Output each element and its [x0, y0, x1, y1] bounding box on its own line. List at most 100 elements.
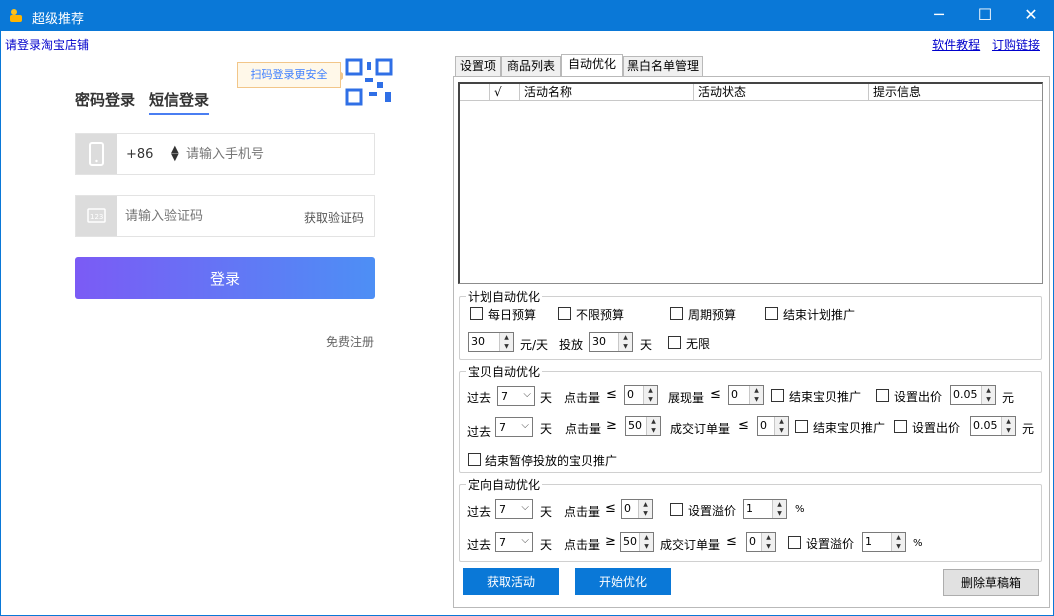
stepper-arrows-icon[interactable]: ▲ ▼ [639, 533, 653, 551]
item-impressions-stepper-1[interactable]: 0 ▲ ▼ [728, 385, 764, 405]
col-activity-status[interactable]: 活动状态 [694, 84, 869, 101]
item-clicks-value-1: 0 [627, 388, 634, 401]
le-symbol: ≤ [738, 418, 749, 433]
target-clicks-stepper-2[interactable]: 50 ▲ ▼ [620, 532, 654, 552]
deliver-days-stepper[interactable]: 30 ▲ ▼ [589, 332, 633, 352]
bid-value-1: 0.05 [953, 388, 978, 401]
item-optimize-legend: 宝贝自动优化 [468, 365, 541, 379]
stepper-arrows-icon[interactable]: ▲ ▼ [981, 386, 995, 404]
target-days-select-2[interactable]: 7 ⌵ [495, 532, 533, 552]
end-item-checkbox-2[interactable] [795, 420, 808, 433]
phone-input[interactable] [186, 145, 366, 163]
get-code-button[interactable]: 获取验证码 [304, 209, 364, 226]
bid-stepper-1[interactable]: 0.05 ▲ ▼ [950, 385, 996, 405]
tab-auto-optimize[interactable]: 自动优化 [561, 54, 623, 77]
app-logo-icon [10, 9, 22, 22]
login-shop-link[interactable]: 请登录淘宝店铺 [5, 36, 89, 53]
delete-drafts-button[interactable]: 删除草稿箱 [943, 569, 1039, 596]
past-label: 过去 [467, 505, 492, 519]
item-clicks-value-2: 50 [628, 419, 642, 432]
target-clicks-stepper-1[interactable]: 0 ▲ ▼ [621, 499, 653, 519]
col-activity-name[interactable]: 活动名称 [520, 84, 694, 101]
item-days-select-2[interactable]: 7 ⌵ [495, 417, 533, 437]
window-title: 超级推荐 [32, 12, 85, 27]
tab-settings[interactable]: 设置项 [455, 56, 501, 77]
login-button[interactable]: 登录 [75, 257, 375, 299]
stepper-arrows-icon[interactable]: ▲ ▼ [638, 500, 652, 518]
end-paused-label: 结束暂停投放的宝贝推广 [485, 454, 618, 468]
daily-budget-checkbox[interactable] [470, 307, 483, 320]
clicks-label: 点击量 [564, 505, 601, 519]
item-clicks-stepper-1[interactable]: 0 ▲ ▼ [624, 385, 658, 405]
target-orders-stepper-2[interactable]: 0 ▲ ▼ [746, 532, 776, 552]
yuan-label-1: 元 [1002, 391, 1015, 405]
register-link[interactable]: 免费注册 [326, 333, 374, 350]
set-bid-label-2: 设置出价 [912, 421, 961, 435]
budget-amount-stepper[interactable]: 30 ▲ ▼ [468, 332, 514, 352]
target-clicks-value-1: 0 [624, 502, 631, 515]
unlimited-budget-checkbox[interactable] [558, 307, 571, 320]
tutorial-link[interactable]: 软件教程 [932, 38, 980, 52]
col-select [460, 84, 490, 101]
target-orders-value-2: 0 [749, 535, 756, 548]
activity-table[interactable]: √ 活动名称 活动状态 提示信息 [458, 82, 1043, 284]
code-input[interactable] [125, 207, 285, 225]
tab-product-list[interactable]: 商品列表 [501, 56, 561, 77]
tab-blacklist-whitelist[interactable]: 黑白名单管理 [623, 56, 703, 77]
end-item-label-2: 结束宝贝推广 [813, 421, 886, 435]
cycle-budget-checkbox[interactable] [670, 307, 683, 320]
end-item-checkbox-1[interactable] [771, 389, 784, 402]
get-activity-button[interactable]: 获取活动 [463, 568, 559, 595]
end-paused-checkbox[interactable] [468, 453, 481, 466]
premium-stepper-1[interactable]: 1 ▲ ▼ [743, 499, 787, 519]
unlimited-checkbox[interactable] [668, 336, 681, 349]
end-plan-checkbox[interactable] [765, 307, 778, 320]
col-check[interactable]: √ [490, 84, 520, 101]
country-code-switch-icon[interactable]: ▲ ▼ [171, 145, 179, 163]
stepper-arrows-icon[interactable]: ▲ ▼ [499, 333, 513, 351]
item-orders-stepper-2[interactable]: 0 ▲ ▼ [757, 416, 789, 436]
tab-password-login[interactable]: 密码登录 [75, 89, 135, 110]
item-clicks-stepper-2[interactable]: 50 ▲ ▼ [625, 416, 661, 436]
clicks-label: 点击量 [564, 538, 601, 552]
set-premium-checkbox-2[interactable] [788, 536, 801, 549]
target-days-select-1[interactable]: 7 ⌵ [495, 499, 533, 519]
minimize-button[interactable]: ─ [916, 0, 962, 31]
stepper-arrows-icon[interactable]: ▲ ▼ [774, 417, 788, 435]
percent-label-1: % [795, 504, 805, 515]
daily-budget-label: 每日预算 [488, 308, 537, 322]
stepper-arrows-icon[interactable]: ▲ ▼ [1001, 417, 1015, 435]
premium-stepper-2[interactable]: 1 ▲ ▼ [862, 532, 906, 552]
qr-code-icon[interactable] [343, 56, 395, 108]
stepper-arrows-icon[interactable]: ▲ ▼ [891, 533, 905, 551]
country-code: +86 [126, 147, 154, 162]
yuan-label-2: 元 [1022, 422, 1035, 436]
stepper-arrows-icon[interactable]: ▲ ▼ [749, 386, 763, 404]
maximize-button[interactable]: ☐ [962, 0, 1008, 31]
tab-sms-login[interactable]: 短信登录 [149, 89, 210, 115]
stepper-arrows-icon[interactable]: ▲ ▼ [772, 500, 786, 518]
stepper-arrows-icon[interactable]: ▲ ▼ [618, 333, 632, 351]
unlimited-label: 无限 [686, 337, 711, 351]
stepper-arrows-icon[interactable]: ▲ ▼ [646, 417, 660, 435]
header-links: 软件教程 订购链接 [924, 36, 1040, 53]
chevron-down-icon: ⌵ [521, 535, 529, 546]
deliver-label: 投放 [559, 338, 584, 352]
stepper-arrows-icon[interactable]: ▲ ▼ [761, 533, 775, 551]
close-button[interactable]: ✕ [1008, 0, 1054, 31]
bid-stepper-2[interactable]: 0.05 ▲ ▼ [970, 416, 1016, 436]
start-optimize-button[interactable]: 开始优化 [575, 568, 671, 595]
day-label: 天 [540, 391, 553, 405]
target-optimize-legend: 定向自动优化 [468, 478, 541, 492]
set-premium-checkbox-1[interactable] [670, 503, 683, 516]
item-impressions-value-1: 0 [731, 388, 738, 401]
set-bid-checkbox-1[interactable] [876, 389, 889, 402]
stepper-arrows-icon[interactable]: ▲ ▼ [643, 386, 657, 404]
clicks-label: 点击量 [564, 391, 601, 405]
ge-symbol: ≥ [606, 418, 617, 433]
set-bid-checkbox-2[interactable] [894, 420, 907, 433]
col-hint[interactable]: 提示信息 [869, 84, 1043, 101]
item-days-select-1[interactable]: 7 ⌵ [497, 386, 535, 406]
verification-code-icon: 123 [76, 196, 117, 236]
order-link[interactable]: 订购链接 [992, 38, 1040, 52]
